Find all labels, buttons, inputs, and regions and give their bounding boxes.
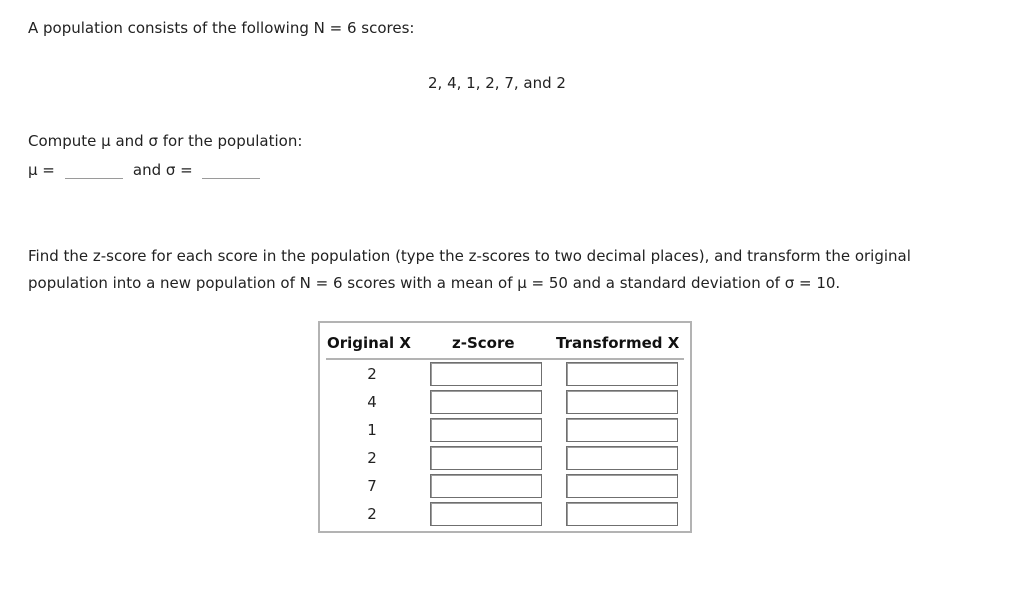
table-row: 1	[320, 417, 690, 445]
header-original-x: Original X	[327, 334, 411, 352]
sigma-answer-field[interactable]	[201, 158, 260, 179]
original-x-value: 7	[367, 477, 377, 495]
table-row: 2	[320, 445, 690, 473]
compute-prompt: Compute μ and σ for the population:	[28, 132, 303, 150]
mu-answer-field[interactable]	[64, 158, 123, 179]
instructions-line-2: population into a new population of N = …	[28, 274, 841, 292]
transformed-x-input[interactable]	[566, 474, 678, 498]
z-score-input[interactable]	[430, 362, 542, 386]
score-table: Original X z-Score Transformed X 2 4 1 2…	[318, 321, 692, 533]
table-row: 7	[320, 473, 690, 501]
scores-list: 2, 4, 1, 2, 7, and 2	[428, 74, 566, 92]
instructions-line-1: Find the z-score for each score in the p…	[28, 247, 911, 265]
answer-line: μ = and σ =	[28, 158, 269, 179]
table-row: 4	[320, 389, 690, 417]
table-row: 2	[320, 501, 690, 529]
original-x-value: 1	[367, 421, 377, 439]
header-transformed-x: Transformed X	[556, 334, 680, 352]
original-x-value: 2	[367, 505, 377, 523]
original-x-value: 2	[367, 365, 377, 383]
z-score-input[interactable]	[430, 418, 542, 442]
transformed-x-input[interactable]	[566, 502, 678, 526]
original-x-value: 2	[367, 449, 377, 467]
original-x-value: 4	[367, 393, 377, 411]
header-z-score: z-Score	[452, 334, 515, 352]
transformed-x-input[interactable]	[566, 390, 678, 414]
z-score-input[interactable]	[430, 474, 542, 498]
sigma-label: and σ =	[132, 161, 193, 179]
transformed-x-input[interactable]	[566, 418, 678, 442]
z-score-input[interactable]	[430, 446, 542, 470]
table-row: 2	[320, 361, 690, 389]
mu-label: μ =	[28, 161, 55, 179]
problem-intro: A population consists of the following N…	[28, 19, 415, 37]
header-divider	[326, 358, 684, 360]
transformed-x-input[interactable]	[566, 446, 678, 470]
z-score-input[interactable]	[430, 502, 542, 526]
instructions: Find the z-score for each score in the p…	[28, 243, 911, 297]
z-score-input[interactable]	[430, 390, 542, 414]
transformed-x-input[interactable]	[566, 362, 678, 386]
